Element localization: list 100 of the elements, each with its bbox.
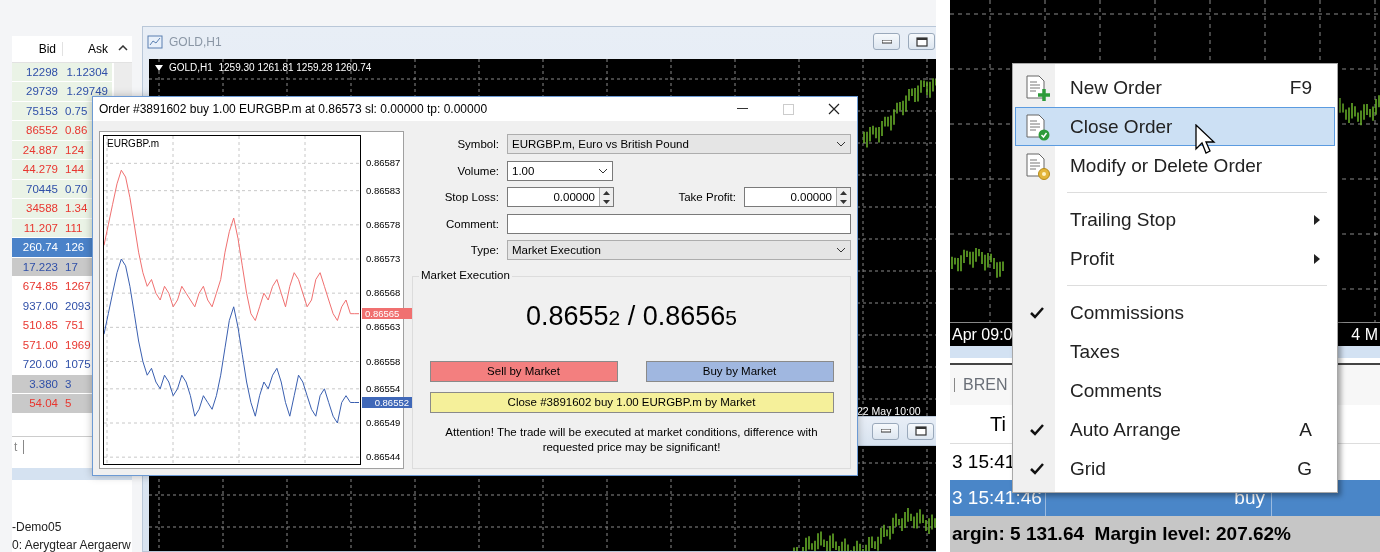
group-title: Market Execution <box>419 268 512 281</box>
bid-price: 3.380 <box>28 377 59 390</box>
combo-box[interactable]: 1.00 <box>507 160 613 181</box>
ask-price: 124 <box>64 143 86 156</box>
maximize-icon <box>782 103 794 115</box>
spin-up-icon[interactable] <box>840 190 847 195</box>
input-field[interactable] <box>507 213 851 234</box>
sell-button[interactable]: Sell by Market <box>429 360 618 382</box>
column-header[interactable]: Ask <box>62 41 112 56</box>
close-order-button[interactable]: Close #3891602 buy 1.00 EURGBP.m by Market <box>429 391 834 413</box>
bid-price: 44.279 <box>21 163 59 176</box>
menu-item[interactable]: Commissions <box>1015 293 1335 332</box>
minimize-button[interactable] <box>872 422 899 440</box>
window-title: GOLD,H1 <box>169 35 222 49</box>
restore-button[interactable] <box>907 422 934 440</box>
time-axis-label: 4 M <box>1351 325 1378 344</box>
restore-button[interactable] <box>908 33 935 50</box>
submenu-arrow-icon <box>1314 214 1320 225</box>
bid-price: 674.85 <box>21 280 59 293</box>
menu-item[interactable]: Taxes <box>1015 332 1335 371</box>
dropdown-icon[interactable] <box>155 64 163 71</box>
account-item[interactable]: 0: Aerygtear Aergaerw <box>12 538 132 552</box>
scroll-up-icon[interactable] <box>118 44 128 51</box>
status-bar: argin: 5 131.64 Margin level: 207.62% <box>950 516 1380 552</box>
axis-label: 0.86587 <box>366 157 401 169</box>
bid-price: 571.00 <box>21 338 59 351</box>
price-bars-drawing <box>951 247 1004 279</box>
minimize-button[interactable] <box>873 33 900 50</box>
bid-price: 86552 <box>25 124 59 137</box>
bid-price: 12298 <box>25 65 59 78</box>
spinner-field[interactable]: 0.00000 <box>744 187 851 208</box>
bid-price: 720.00 <box>21 358 59 371</box>
bid-price: 54.04 <box>28 397 59 410</box>
dropdown[interactable]: Market Execution <box>507 240 851 261</box>
ask-price: 1.12304 <box>65 65 109 78</box>
axis-label: 0.86544 <box>366 451 401 463</box>
bid-price: 24.887 <box>21 143 59 156</box>
chevron-down-icon <box>836 141 846 148</box>
axis-label: 0.86578 <box>366 218 401 230</box>
price-bars-drawing <box>1339 94 1380 127</box>
account-item[interactable]: -Demo05 <box>12 520 132 534</box>
ask-price: 1075 <box>64 358 92 371</box>
bid-price: 34588 <box>25 202 59 215</box>
buy-button[interactable]: Buy by Market <box>645 360 834 382</box>
minimize-icon[interactable] <box>736 108 748 110</box>
document-check-icon <box>1023 112 1051 141</box>
document-gear-icon <box>1023 151 1051 180</box>
ask-price: 1.29749 <box>65 85 109 98</box>
ask-price: 1.34 <box>64 202 89 215</box>
bid-price: 510.85 <box>21 319 59 332</box>
spin-down-icon[interactable] <box>840 199 847 204</box>
ask-price: 0.70 <box>64 182 89 195</box>
close-icon[interactable] <box>828 103 840 115</box>
menu-item[interactable]: Profit <box>1015 239 1335 278</box>
axis-label: 0.86573 <box>366 253 401 264</box>
axis-label: 0.86568 <box>366 287 401 299</box>
bid-price: 70445 <box>25 182 59 195</box>
spinner-field[interactable]: 0.00000 <box>507 187 614 208</box>
ask-price: 0.86 <box>64 124 89 137</box>
menu-item[interactable]: Close Order <box>1015 107 1335 146</box>
bid-price: 260.74 <box>21 241 59 254</box>
bid-price: 29739 <box>25 85 59 98</box>
tab[interactable]: BREN <box>963 376 1008 394</box>
column-header[interactable]: Ti <box>990 412 1006 436</box>
menu-item[interactable]: New Order F9 <box>1015 68 1335 107</box>
axis-label: 0.86558 <box>366 355 401 367</box>
field-label: Stop Loss: <box>443 191 500 204</box>
quote-row[interactable]: 12298 1.12304 <box>12 62 112 83</box>
dropdown[interactable]: EURGBP.m, Euro vs British Pound <box>507 134 851 155</box>
menu-item[interactable]: Comments <box>1015 371 1335 410</box>
bid-price: 11.207 <box>22 221 59 234</box>
chart-header: GOLD,H1 1259.30 1261.81 1259.28 1260.74 <box>169 62 372 73</box>
tab[interactable]: t <box>14 440 18 455</box>
field-label: Take Profit: <box>678 191 737 204</box>
column-header[interactable]: Bid <box>12 41 62 56</box>
time-axis-label: Apr 09:0 <box>952 325 1013 344</box>
document-plus-icon <box>1023 73 1051 102</box>
ask-price: 3 <box>64 377 73 390</box>
field-label: Type: <box>469 244 500 257</box>
ask-price: 144 <box>64 163 86 176</box>
mouse-cursor-icon <box>1195 124 1217 156</box>
ask-price: 5 <box>64 397 73 410</box>
spin-up-icon[interactable] <box>603 190 610 195</box>
field-label: Symbol: <box>456 138 500 151</box>
ask-price: 1969 <box>64 338 92 351</box>
menu-item[interactable]: Trailing Stop <box>1015 200 1335 239</box>
chevron-down-icon <box>836 247 846 254</box>
menu-item[interactable]: Modify or Delete Order <box>1015 146 1335 185</box>
ask-price: 126 <box>64 241 86 254</box>
spin-down-icon[interactable] <box>603 199 610 204</box>
warning-text: Attention! The trade will be executed at market conditions, difference with requested price may be significant! <box>444 424 819 455</box>
bid-price: 75153 <box>25 104 59 117</box>
minimize-icon <box>880 429 891 433</box>
minimize-icon <box>881 39 892 44</box>
field-label: Comment: <box>444 217 500 230</box>
quote-row[interactable]: 29739 1.29749 <box>12 82 112 102</box>
ask-price: 751 <box>64 319 86 332</box>
restore-icon <box>914 426 927 436</box>
ask-price-tag: 0.86565 <box>362 307 412 319</box>
time-axis-label: 22 May 10:00 <box>857 405 921 417</box>
